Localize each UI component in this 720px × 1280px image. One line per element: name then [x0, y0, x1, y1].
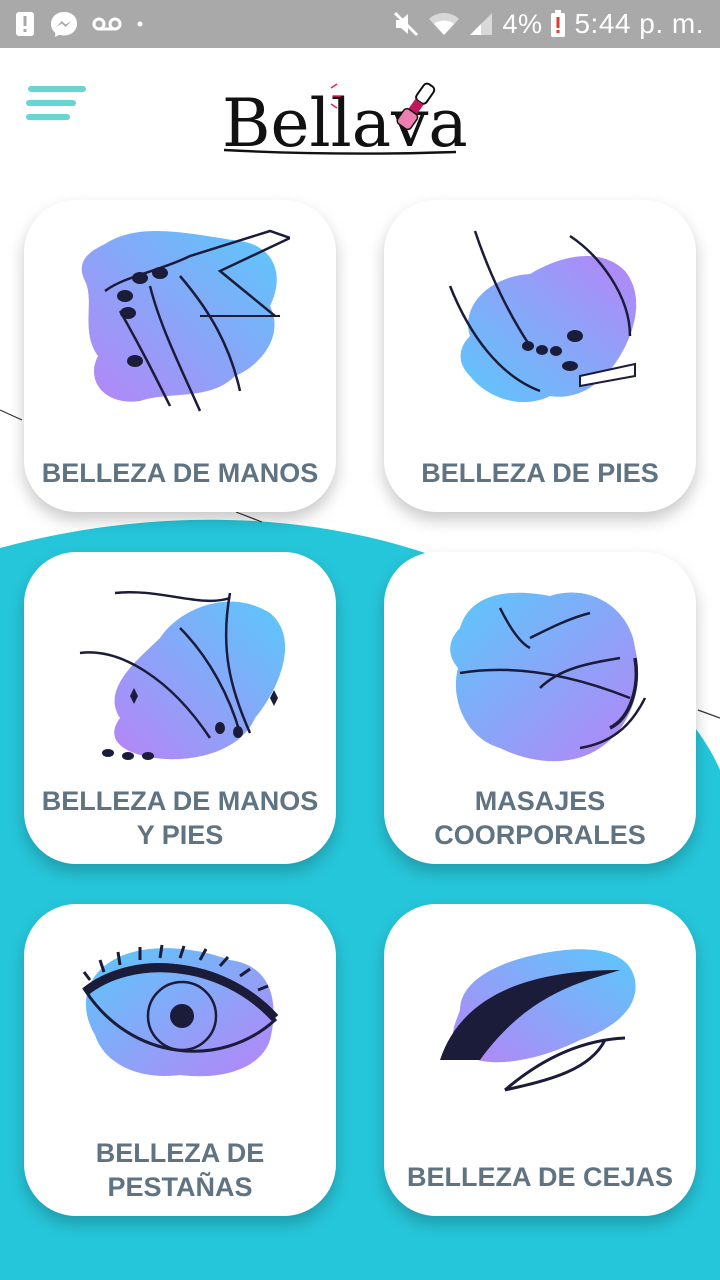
hands-and-feet-icon — [79, 590, 286, 760]
wifi-icon — [429, 13, 460, 35]
bellava-logo: Bellava — [222, 82, 468, 162]
app-header: Bellava — [0, 48, 720, 178]
signal-icon — [470, 13, 493, 35]
service-card-pestanas[interactable]: BELLEZA DE PESTAÑAS — [24, 904, 336, 1216]
body-massage-icon — [450, 592, 647, 762]
service-card-label: BELLEZA DE MANOS Y PIES — [41, 786, 319, 850]
service-card-masajes[interactable]: MASAJES COORPORALES — [384, 552, 696, 864]
notification-alert-icon — [16, 12, 34, 36]
hamburger-menu-icon — [28, 86, 86, 92]
service-card-manos-y-pies[interactable]: BELLEZA DE MANOS Y PIES — [24, 552, 336, 864]
hamburger-menu-button[interactable] — [26, 86, 88, 122]
mute-icon — [394, 11, 419, 37]
service-card-label: BELLEZA DE PESTAÑAS — [95, 1138, 265, 1202]
service-card-label: MASAJES COORPORALES — [434, 786, 646, 850]
hamburger-menu-icon-line — [26, 100, 76, 106]
service-card-manos[interactable]: BELLEZA DE MANOS — [24, 200, 336, 512]
foot-pedicure-icon — [448, 230, 637, 403]
battery-alert-icon — [551, 10, 566, 37]
dot-icon — [137, 21, 143, 27]
status-bar: 4% 5:44 p. m. — [0, 0, 720, 48]
eyebrow-icon — [440, 949, 636, 1092]
service-card-label: BELLEZA DE MANOS — [41, 458, 319, 488]
eyelashes-icon — [82, 944, 279, 1077]
service-card-label: BELLEZA DE CEJAS — [406, 1162, 674, 1192]
clock: 5:44 p. m. — [574, 8, 704, 39]
hamburger-menu-icon-line — [26, 114, 70, 120]
voicemail-icon — [92, 17, 122, 31]
service-card-pies[interactable]: BELLEZA DE PIES — [384, 200, 696, 512]
hand-manicure-icon — [81, 229, 290, 412]
battery-percent: 4% — [502, 8, 543, 39]
messenger-icon — [51, 12, 77, 37]
service-card-label: BELLEZA DE PIES — [421, 458, 659, 488]
service-card-cejas[interactable]: BELLEZA DE CEJAS — [384, 904, 696, 1216]
